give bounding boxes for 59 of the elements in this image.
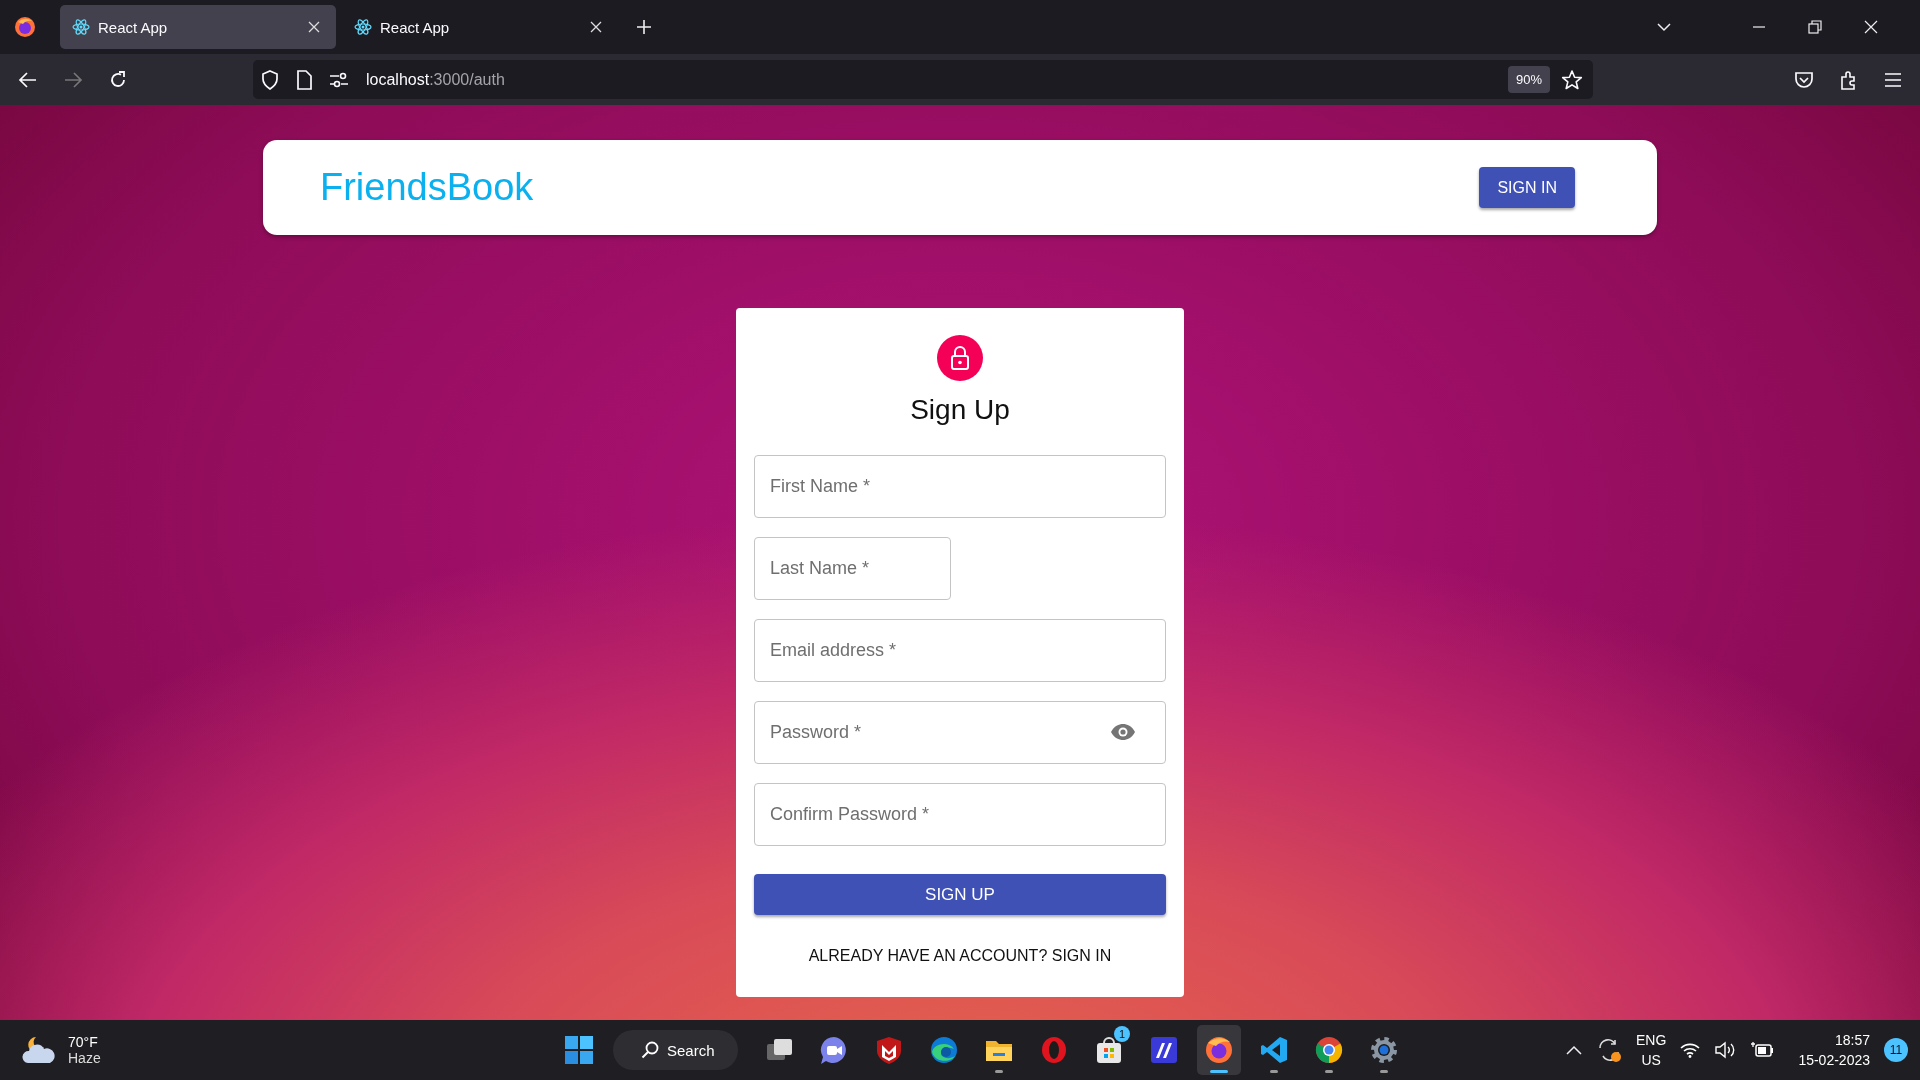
zoom-badge[interactable]: 90% [1507,66,1550,93]
input-field[interactable]: First Name * [754,455,1166,518]
form-title: Sign Up [910,394,1010,426]
notification-badge: 1 [1114,1026,1130,1042]
code-ribbon-icon [1259,1035,1289,1065]
round-browser-icon [1314,1035,1344,1065]
brand-title: FriendsBook [320,166,534,209]
star-icon[interactable] [1561,68,1583,91]
clock[interactable]: 18:57 15-02-2023 [1798,1030,1870,1070]
input-field[interactable]: Email address * [754,619,1166,682]
weather-condition: Haze [68,1050,101,1066]
battery-plug-icon[interactable] [1750,1041,1775,1059]
page-icon[interactable] [296,69,312,90]
pocket-icon[interactable] [1794,69,1814,90]
sync-icon[interactable] [1596,1037,1623,1063]
search-icon [641,1041,659,1059]
shield-m-icon [874,1035,904,1065]
input-field[interactable]: Last Name * [754,537,951,600]
browser-tab[interactable]: React App [60,5,336,49]
gear-icon [1369,1035,1399,1065]
close-icon[interactable] [308,21,320,33]
wifi-icon[interactable] [1680,1042,1701,1058]
back-arrow-icon[interactable] [18,69,38,90]
address-bar[interactable]: localhost:3000/auth 90% [253,60,1593,99]
input-field[interactable]: Confirm Password * [754,783,1166,846]
sign-in-link[interactable]: ALREADY HAVE AN ACCOUNT? SIGN IN [804,943,1116,969]
ring-icon [1039,1035,1069,1065]
weather-temperature: 70°F [68,1034,99,1050]
wave-browser-icon [929,1035,959,1065]
restore-icon[interactable] [1808,20,1822,34]
password-field[interactable]: Password * [754,701,1166,764]
atom-icon [354,18,372,36]
language-indicator[interactable]: ENG US [1636,1030,1667,1070]
fox-icon [1204,1035,1234,1065]
fox-icon[interactable] [14,16,36,38]
taskbar-app[interactable] [1197,1025,1241,1075]
eye-icon[interactable] [1110,723,1136,741]
search-box[interactable]: Search [613,1030,738,1070]
notification-count[interactable]: 11 [1884,1038,1908,1062]
cloud-moon-icon[interactable] [22,1035,56,1065]
windows-icon[interactable] [564,1035,594,1065]
reload-icon[interactable] [108,69,128,90]
sign-up-button[interactable]: SIGN UP [754,874,1166,915]
video-chat-icon [819,1035,849,1065]
taskbar-app[interactable]: 1 [1087,1025,1131,1075]
plus-icon[interactable] [636,19,652,35]
menu-icon[interactable] [1884,71,1902,88]
slash-tile-icon [1149,1035,1179,1065]
close-icon[interactable] [1864,20,1878,34]
shield-icon[interactable] [261,69,279,90]
sliders-icon[interactable] [329,71,349,88]
close-icon[interactable] [590,21,602,33]
browser-tab[interactable]: React App [342,5,618,49]
url-text: localhost:3000/auth [366,70,505,89]
atom-icon [72,18,90,36]
lock-icon [937,335,983,381]
sign-in-button[interactable]: SIGN IN [1479,167,1575,208]
chevron-up-icon[interactable] [1566,1044,1583,1056]
speaker-icon[interactable] [1714,1041,1737,1059]
